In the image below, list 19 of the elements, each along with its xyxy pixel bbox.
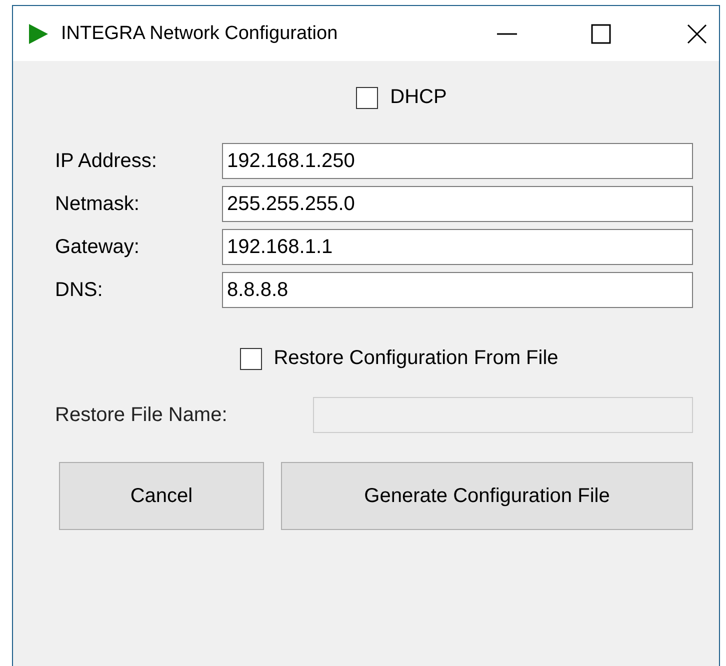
maximize-icon[interactable] [591,24,611,44]
input-field[interactable]: 192.168.1.1 [222,229,693,265]
field-label: Netmask: [55,192,140,216]
input-field[interactable]: 8.8.8.8 [222,272,693,308]
field-label: Restore File Name: [55,404,228,426]
field-label: IP Address: [55,150,158,172]
play-icon [27,22,49,44]
field-label: DNS: [55,278,104,302]
close-icon[interactable] [687,24,707,44]
restore-label: Restore Configuration From File [274,347,558,370]
window-title: INTEGRA Network Configuration [61,22,338,44]
field-label: Gateway: [55,236,140,258]
restore-checkbox[interactable] [240,348,262,370]
dhcp-label: DHCP [390,86,447,109]
input-field[interactable]: 255.255.255.0 [222,186,693,222]
dialog-button[interactable]: Generate Configuration File [281,462,693,530]
dhcp-checkbox[interactable] [356,86,378,108]
dialog-button[interactable]: Cancel [59,462,264,530]
input-field[interactable]: 192.168.1.250 [222,143,693,179]
